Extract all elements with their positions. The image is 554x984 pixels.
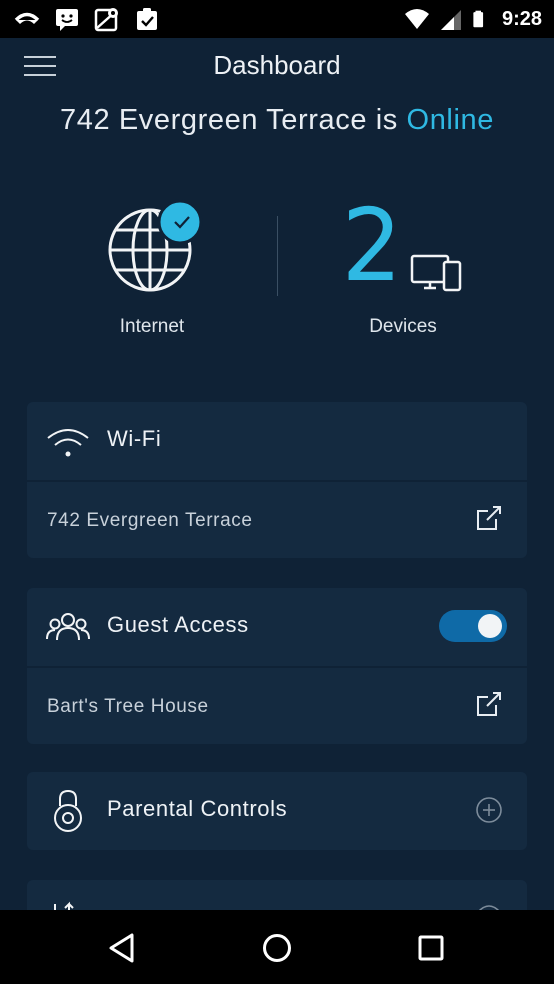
- wifi-network-name: 742 Evergreen Terrace: [47, 510, 253, 531]
- external-link-icon[interactable]: [475, 690, 503, 718]
- lock-icon: [54, 789, 82, 832]
- users-icon: [46, 613, 90, 641]
- wifi-icon: [47, 429, 89, 457]
- parental-controls-card[interactable]: Parental Controls: [27, 772, 527, 850]
- battery-icon: [473, 10, 484, 28]
- maps-icon: [94, 8, 118, 32]
- internet-label: Internet: [119, 316, 185, 337]
- globe-icon: [108, 199, 203, 292]
- status-bar: 9:28: [0, 0, 554, 38]
- system-nav-bar: [0, 910, 554, 984]
- signal-icon: [440, 10, 461, 30]
- guest-access-title: Guest Access: [107, 612, 249, 637]
- page-title: Dashboard: [213, 50, 341, 80]
- app-bar: Dashboard: [0, 38, 554, 94]
- check-icon: [174, 216, 190, 229]
- devices-summary[interactable]: 2 Devices: [330, 190, 480, 340]
- guest-access-card: Guest Access Bart's Tree House: [27, 588, 527, 744]
- summary-panel: Internet 2 Devices: [0, 190, 554, 360]
- devices-label: Devices: [369, 316, 437, 337]
- guest-network-row[interactable]: Bart's Tree House: [27, 666, 527, 744]
- wifi-title: Wi-Fi: [107, 426, 162, 451]
- back-icon[interactable]: [104, 928, 144, 968]
- parental-controls-title: Parental Controls: [107, 796, 288, 821]
- notification-icons: [14, 6, 160, 32]
- wifi-icon: [404, 9, 429, 29]
- clock: 9:28: [501, 7, 542, 30]
- guest-access-toggle[interactable]: [439, 610, 507, 642]
- network-status: 742 Evergreen Terrace is Online: [0, 104, 554, 137]
- summary-divider: [277, 216, 278, 296]
- internet-summary[interactable]: Internet: [82, 190, 222, 340]
- next-card-partial[interactable]: [27, 880, 527, 912]
- wifi-network-row[interactable]: 742 Evergreen Terrace: [27, 480, 527, 558]
- wifi-card-header[interactable]: Wi-Fi: [27, 402, 527, 480]
- toggle-knob: [478, 614, 502, 638]
- wifi-card: Wi-Fi 742 Evergreen Terrace: [27, 402, 527, 558]
- network-status-prefix: 742 Evergreen Terrace is: [60, 104, 398, 136]
- device-count: 2: [341, 187, 403, 304]
- clipboard-icon: [137, 8, 157, 30]
- system-icons: 9:28: [404, 6, 542, 32]
- network-online-state: Online: [406, 104, 494, 136]
- parental-controls-row[interactable]: Parental Controls: [27, 772, 527, 850]
- guest-network-name: Bart's Tree House: [47, 696, 209, 717]
- guest-access-header[interactable]: Guest Access: [27, 588, 527, 666]
- home-icon[interactable]: [257, 928, 297, 968]
- cast-icon: [14, 12, 40, 24]
- add-circle-icon[interactable]: [475, 796, 503, 824]
- recents-icon[interactable]: [411, 928, 451, 968]
- external-link-icon[interactable]: [475, 504, 503, 532]
- message-icon: [56, 9, 78, 31]
- devices-icon: [410, 254, 462, 292]
